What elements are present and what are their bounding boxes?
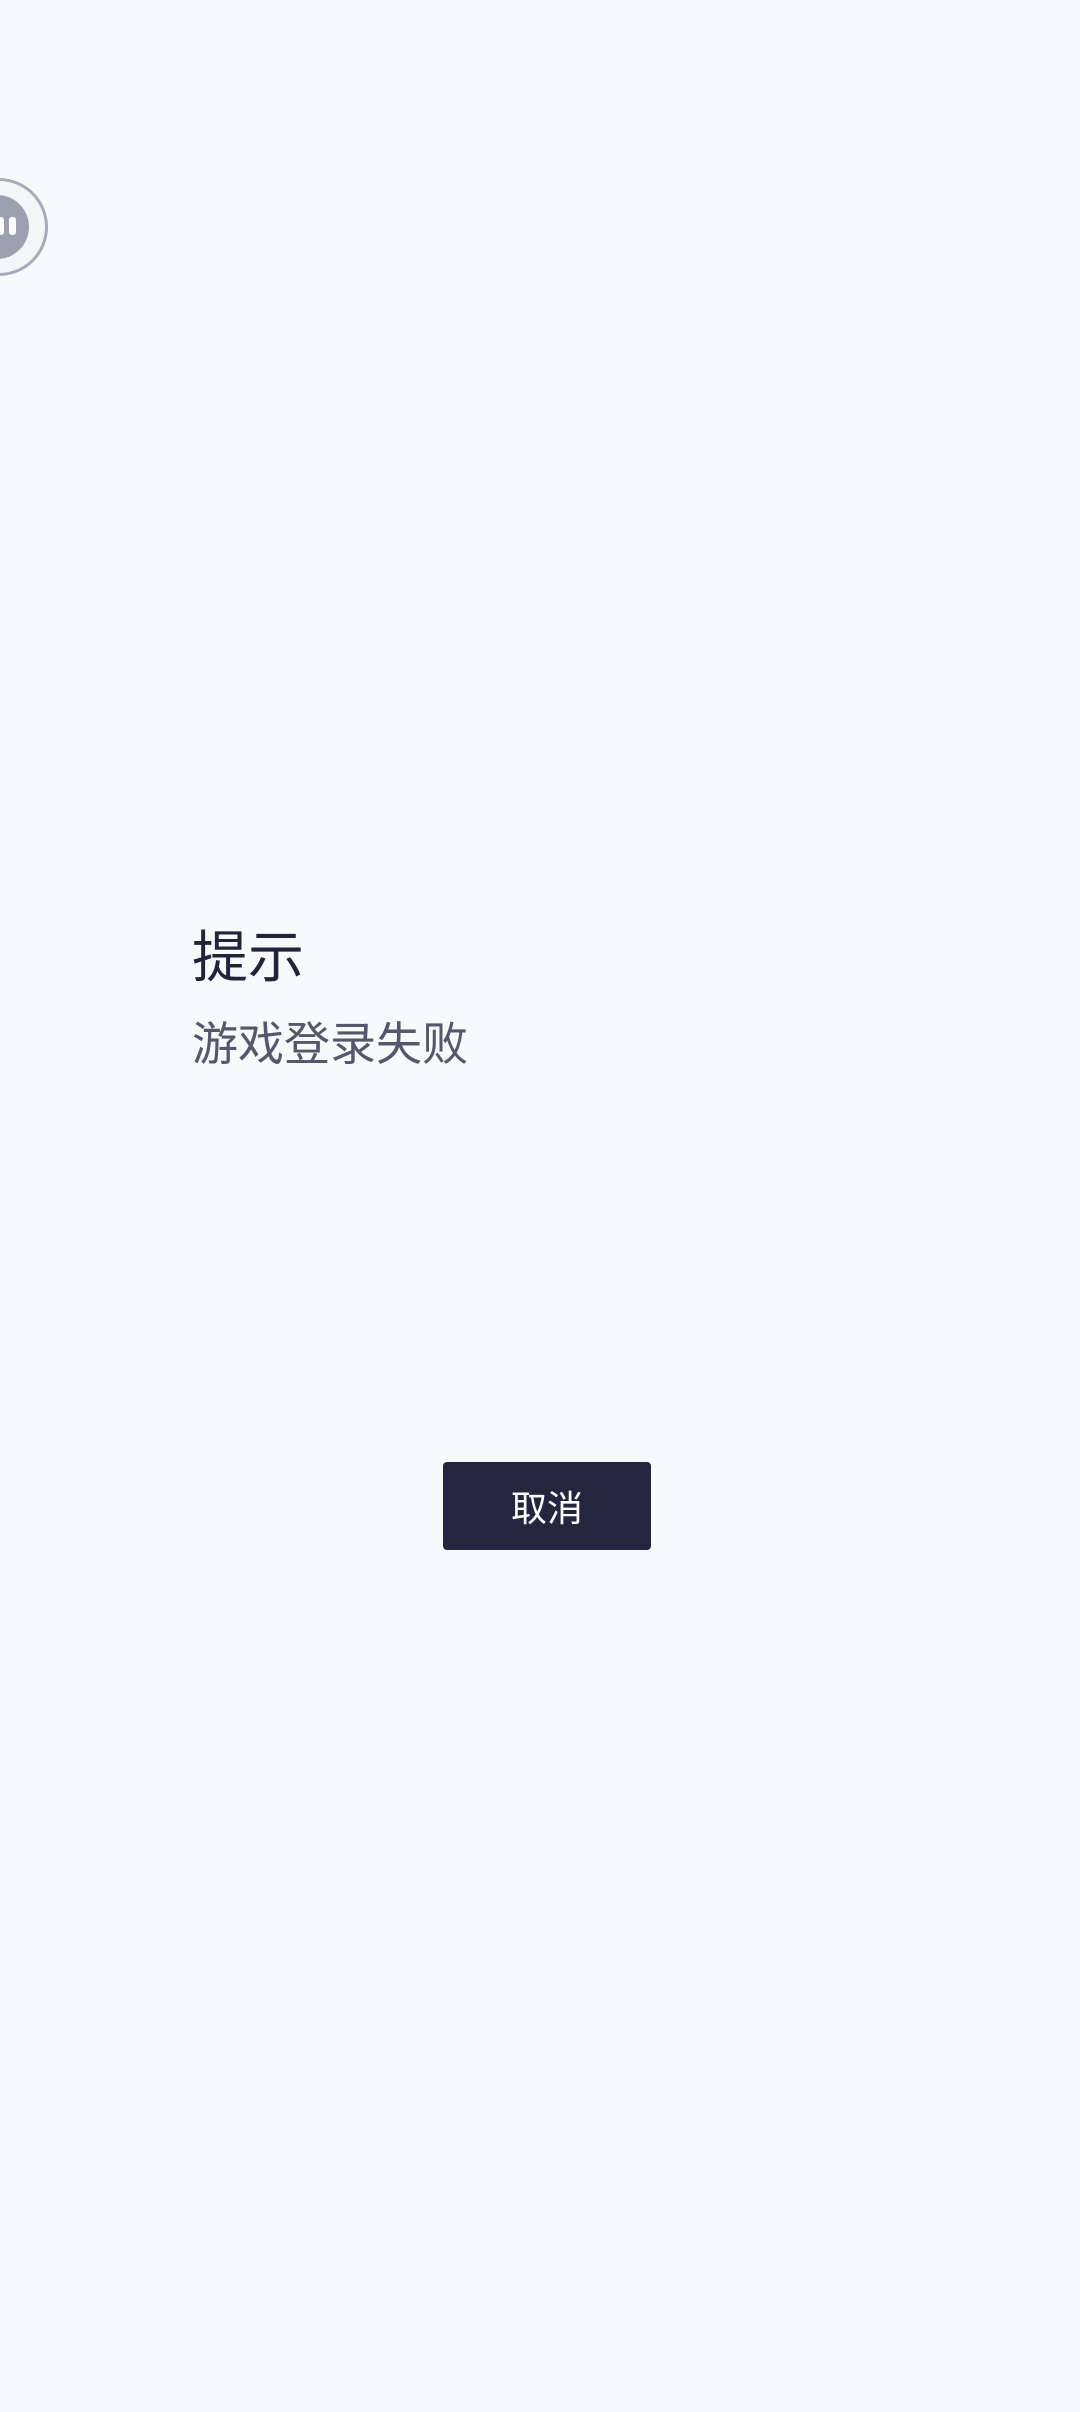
assistant-left-eye <box>0 217 4 235</box>
dialog-message: 游戏登录失败 <box>192 1017 468 1071</box>
assistant-right-eye <box>9 217 16 235</box>
alert-dialog: 提示 游戏登录失败 取消 <box>96 835 984 1575</box>
dialog-title: 提示 <box>192 926 304 991</box>
assistant-face-icon <box>0 195 29 259</box>
floating-assistant-button[interactable] <box>0 178 48 276</box>
cancel-button[interactable]: 取消 <box>443 1462 651 1550</box>
